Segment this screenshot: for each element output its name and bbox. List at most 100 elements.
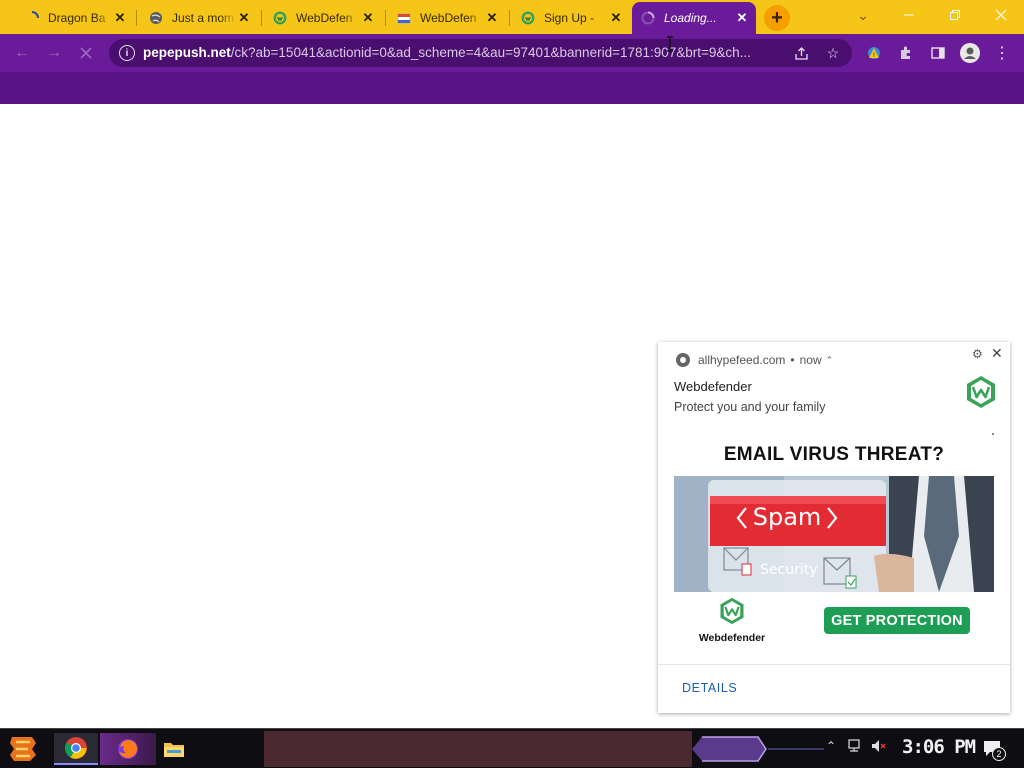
webdefender-flag-icon (396, 10, 412, 26)
firefox-icon (118, 739, 138, 759)
notification-header: allhypefeed.com • now ⌃ (676, 353, 833, 367)
tab-strip: Dragon Ba ✕ Just a mom ✕ WebDefen ✕ WebD… (0, 0, 1024, 34)
arrow-right-icon: → (46, 44, 62, 61)
taskbar-firefox[interactable] (100, 733, 156, 765)
taskbar-file-explorer[interactable] (158, 733, 190, 765)
share-icon[interactable] (791, 43, 811, 63)
close-icon[interactable]: ✕ (236, 10, 252, 26)
side-panel-icon[interactable] (928, 43, 948, 63)
network-icon[interactable] (846, 739, 862, 756)
close-icon[interactable]: ✕ (112, 10, 128, 26)
get-protection-button[interactable]: GET PROTECTION (824, 607, 970, 634)
back-button[interactable]: ← (10, 41, 34, 65)
stop-loading-button[interactable] (74, 41, 98, 65)
tab-webdefender-1[interactable]: WebDefen ✕ (264, 4, 382, 32)
close-icon[interactable]: ✕ (484, 10, 500, 26)
globe-icon (148, 10, 164, 26)
loading-spinner-icon (640, 10, 656, 26)
browser-window: Dragon Ba ✕ Just a mom ✕ WebDefen ✕ WebD… (0, 0, 1024, 768)
notification-time: now (799, 353, 822, 367)
minimize-icon (904, 14, 914, 16)
tab-sign-up[interactable]: Sign Up - ✕ (512, 4, 630, 32)
tab-title: Loading... (664, 11, 717, 25)
url-host: pepepush.net (143, 45, 231, 60)
close-icon[interactable]: ✕ (360, 10, 376, 26)
divider (658, 664, 1010, 665)
action-center-button[interactable]: 2 (982, 738, 1006, 765)
tab-separator (261, 10, 262, 26)
push-notification[interactable]: allhypefeed.com • now ⌃ ⚙ ✕ Webdefender … (658, 342, 1010, 713)
start-icon[interactable] (6, 733, 40, 765)
webdefender-logo-icon (720, 597, 744, 625)
tab-title: Sign Up - (544, 11, 595, 25)
stop-icon (80, 47, 92, 59)
notification-title: Webdefender (674, 379, 752, 394)
browser-toolbar: ← → i pepepush.net/ck?ab=15041&actionid=… (0, 34, 1024, 72)
ad-spam-label: Spam (753, 503, 822, 531)
ad-image[interactable]: EMAIL VIRUS THREAT? Spam Security Webdef… (674, 442, 994, 644)
tab-loading-active[interactable]: Loading... ✕ (632, 2, 756, 34)
plus-icon: + (771, 6, 783, 29)
forward-button[interactable]: → (42, 41, 66, 65)
info-icon[interactable]: i (119, 45, 135, 61)
menu-kebab-icon[interactable]: ⋮ (992, 43, 1012, 63)
restore-button[interactable] (932, 0, 978, 30)
close-icon (995, 9, 1007, 21)
notification-count-badge: 2 (992, 747, 1006, 761)
tab-title: Dragon Ba (48, 11, 106, 25)
taskbar-chrome[interactable] (54, 733, 98, 765)
taskbar-empty-area (264, 731, 692, 767)
restore-icon (950, 10, 960, 20)
gear-icon[interactable]: ⚙ (972, 347, 983, 361)
volume-muted-icon[interactable] (870, 739, 888, 756)
close-icon[interactable]: ✕ (734, 10, 750, 26)
loading-spinner-icon (24, 10, 40, 26)
webdefender-icon (520, 10, 536, 26)
page-header-bar (0, 72, 1024, 104)
close-window-button[interactable] (978, 0, 1024, 30)
tab-webdefender-2[interactable]: WebDefen ✕ (388, 4, 506, 32)
dot (992, 433, 994, 435)
tab-separator (509, 10, 510, 26)
tab-title: Just a mom (172, 11, 235, 25)
ad-brand-name: Webdefender (698, 632, 766, 644)
chevron-up-icon[interactable]: ⌃ (826, 739, 836, 753)
notification-source: allhypefeed.com (698, 353, 786, 367)
ad-headline: EMAIL VIRUS THREAT? (723, 444, 945, 465)
bullet-separator: • (790, 353, 795, 367)
webdefender-logo-icon (964, 375, 998, 414)
star-bookmark-icon[interactable]: ☆ (823, 43, 843, 63)
tab-title: WebDefen (296, 11, 353, 25)
close-icon[interactable]: ✕ (991, 345, 1003, 362)
new-tab-button[interactable]: + (764, 5, 790, 31)
tab-search-chevron-icon[interactable]: ⌄ (840, 0, 886, 30)
arrow-left-icon: ← (14, 44, 30, 61)
ad-security-label: Security (760, 562, 818, 578)
webdefender-icon (272, 10, 288, 26)
extensions-puzzle-icon[interactable] (896, 43, 916, 63)
tab-separator (136, 10, 137, 26)
extension-shield-icon[interactable]: ! (864, 43, 884, 63)
address-bar[interactable]: i pepepush.net/ck?ab=15041&actionid=0&ad… (109, 39, 852, 67)
details-button[interactable]: DETAILS (682, 681, 737, 695)
tab-separator (385, 10, 386, 26)
text-cursor-icon (666, 36, 674, 52)
tab-title: WebDefen (420, 11, 477, 25)
chrome-icon (676, 353, 690, 367)
profile-avatar-icon[interactable] (960, 43, 980, 63)
file-explorer-icon (164, 743, 184, 757)
ad-brand: Webdefender (692, 597, 772, 644)
svg-text:!: ! (873, 52, 875, 59)
chrome-icon (65, 737, 87, 759)
chevron-up-icon[interactable]: ⌃ (826, 355, 834, 366)
close-icon[interactable]: ✕ (608, 10, 624, 26)
tab-dragon-ball[interactable]: Dragon Ba ✕ (16, 4, 134, 32)
taskbar: ⌃ 3:06 PM 2 (0, 728, 1024, 768)
notification-body: Protect you and your family (674, 400, 826, 414)
url-text[interactable]: pepepush.net/ck?ab=15041&actionid=0&ad_s… (143, 45, 783, 60)
minimize-button[interactable] (886, 0, 932, 30)
clock[interactable]: 3:06 PM (902, 736, 976, 758)
tab-just-a-moment[interactable]: Just a mom ✕ (140, 4, 258, 32)
taskbar-decoration (692, 736, 824, 762)
ad-photo: Spam Security (674, 476, 994, 592)
